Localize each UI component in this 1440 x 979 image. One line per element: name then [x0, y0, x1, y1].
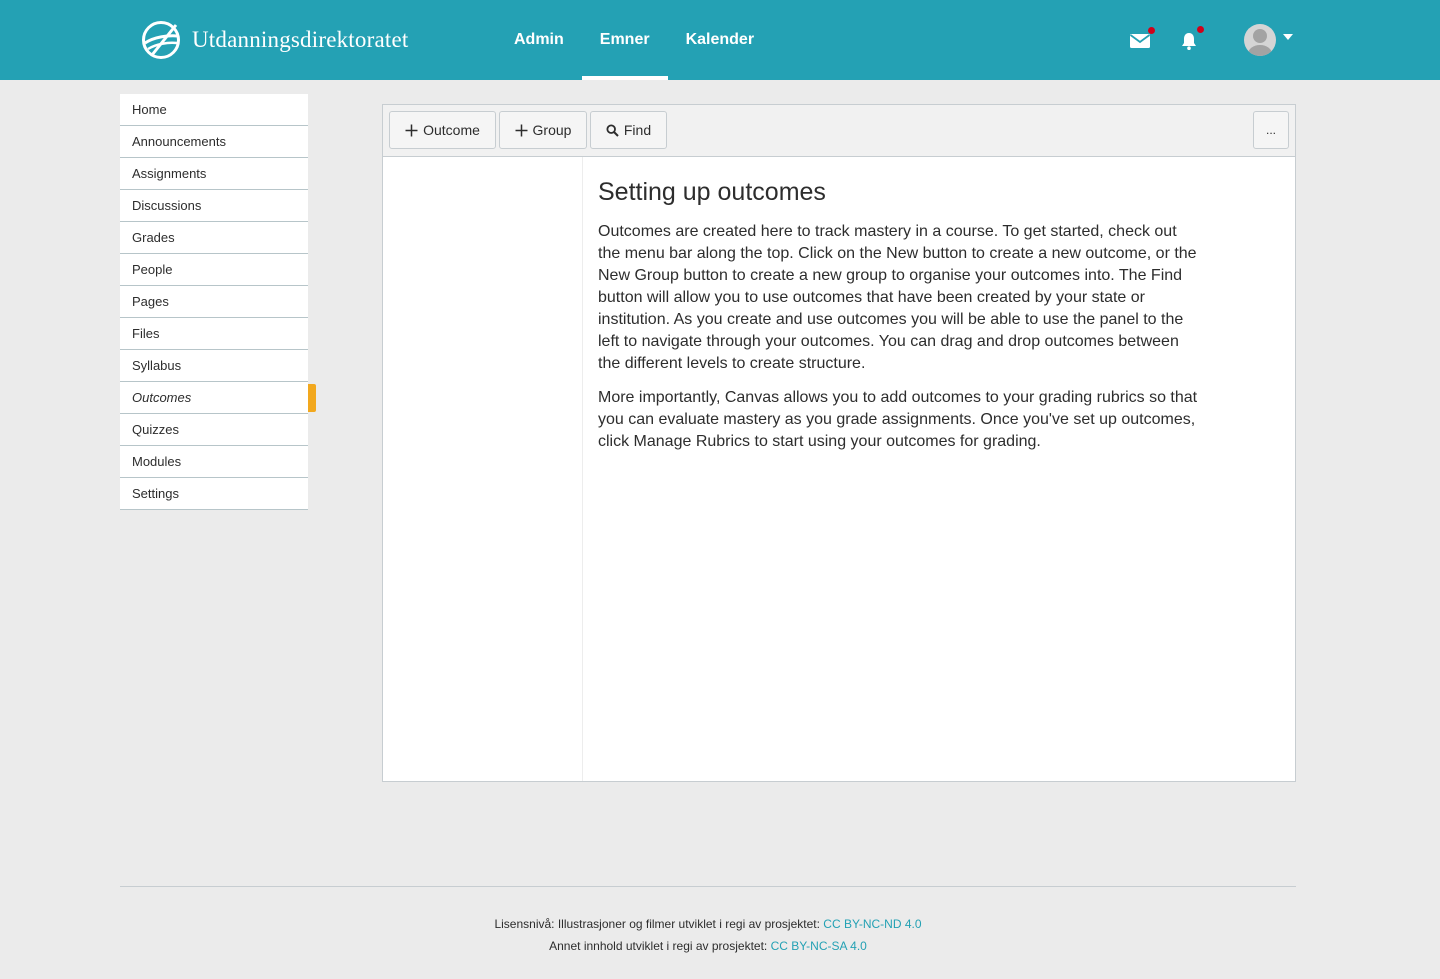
user-avatar[interactable] — [1244, 24, 1276, 56]
sidebar-item-settings[interactable]: Settings — [120, 478, 308, 510]
add-group-button[interactable]: Group — [499, 111, 587, 149]
top-bar: Utdanningsdirektoratet Admin Emner Kalen… — [0, 0, 1440, 80]
mail-unread-dot — [1148, 27, 1155, 34]
footer-license-text-1: Lisensnivå: Illustrasjoner og filmer utv… — [494, 917, 824, 931]
outcomes-toolbar: Outcome Group Find ... — [383, 105, 1295, 157]
brand-logo-icon — [142, 21, 180, 59]
page-title: Setting up outcomes — [598, 178, 826, 206]
chevron-down-icon[interactable] — [1283, 34, 1293, 40]
intro-paragraph-1: Outcomes are created here to track maste… — [598, 223, 1197, 372]
license-link-nd[interactable]: CC BY-NC-ND 4.0 — [823, 917, 921, 931]
find-button[interactable]: Find — [590, 111, 667, 149]
sidebar-item-files[interactable]: Files — [120, 318, 308, 350]
more-options-button[interactable]: ... — [1253, 111, 1289, 149]
license-link-sa[interactable]: CC BY-NC-SA 4.0 — [771, 939, 867, 953]
course-nav: Home Announcements Assignments Discussio… — [120, 94, 316, 510]
sidebar-item-announcements[interactable]: Announcements — [120, 126, 308, 158]
footer: Lisensnivå: Illustrasjoner og filmer utv… — [120, 913, 1296, 957]
sidebar-item-discussions[interactable]: Discussions — [120, 190, 308, 222]
sidebar-item-grades[interactable]: Grades — [120, 222, 308, 254]
find-label: Find — [623, 122, 652, 138]
notification-bell-icon — [1182, 33, 1196, 50]
footer-line-2: Annet innhold utviklet i regi av prosjek… — [120, 935, 1296, 957]
nav-admin[interactable]: Admin — [496, 0, 582, 80]
outcomes-intro: Setting up outcomes Outcomes are created… — [598, 177, 1198, 465]
add-outcome-button[interactable]: Outcome — [389, 111, 496, 149]
sidebar-item-home[interactable]: Home — [120, 94, 308, 126]
plus-icon — [515, 124, 528, 136]
notification-unread-dot — [1197, 26, 1204, 33]
sidebar-item-people[interactable]: People — [120, 254, 308, 286]
mail-icon[interactable] — [1129, 27, 1155, 52]
sidebar-item-pages[interactable]: Pages — [120, 286, 308, 318]
intro-paragraph-2: More importantly, Canvas allows you to a… — [598, 389, 1198, 450]
envelope-icon — [1129, 34, 1151, 48]
add-group-label: Group — [532, 122, 572, 138]
sidebar-item-modules[interactable]: Modules — [120, 446, 308, 478]
sidebar-item-syllabus[interactable]: Syllabus — [120, 350, 308, 382]
outcomes-panel: Outcome Group Find ... Setting up outcom… — [382, 104, 1296, 782]
footer-divider — [120, 886, 1296, 887]
main-nav: Admin Emner Kalender — [496, 0, 772, 80]
outcomes-tree-pane[interactable] — [383, 157, 583, 781]
footer-line-1: Lisensnivå: Illustrasjoner og filmer utv… — [120, 913, 1296, 935]
add-outcome-label: Outcome — [423, 122, 480, 138]
brand[interactable]: Utdanningsdirektoratet — [140, 18, 408, 62]
user-silhouette-icon — [1248, 29, 1272, 56]
nav-kalender[interactable]: Kalender — [668, 0, 772, 80]
brand-name: Utdanningsdirektoratet — [192, 27, 409, 52]
plus-icon — [405, 124, 418, 136]
bell-icon[interactable] — [1178, 26, 1204, 52]
nav-emner[interactable]: Emner — [581, 0, 668, 80]
search-icon — [606, 123, 619, 137]
sidebar-item-outcomes[interactable]: Outcomes — [120, 382, 316, 414]
sidebar-item-quizzes[interactable]: Quizzes — [120, 414, 308, 446]
footer-license-text-2: Annet innhold utviklet i regi av prosjek… — [549, 939, 771, 953]
sidebar-item-assignments[interactable]: Assignments — [120, 158, 308, 190]
